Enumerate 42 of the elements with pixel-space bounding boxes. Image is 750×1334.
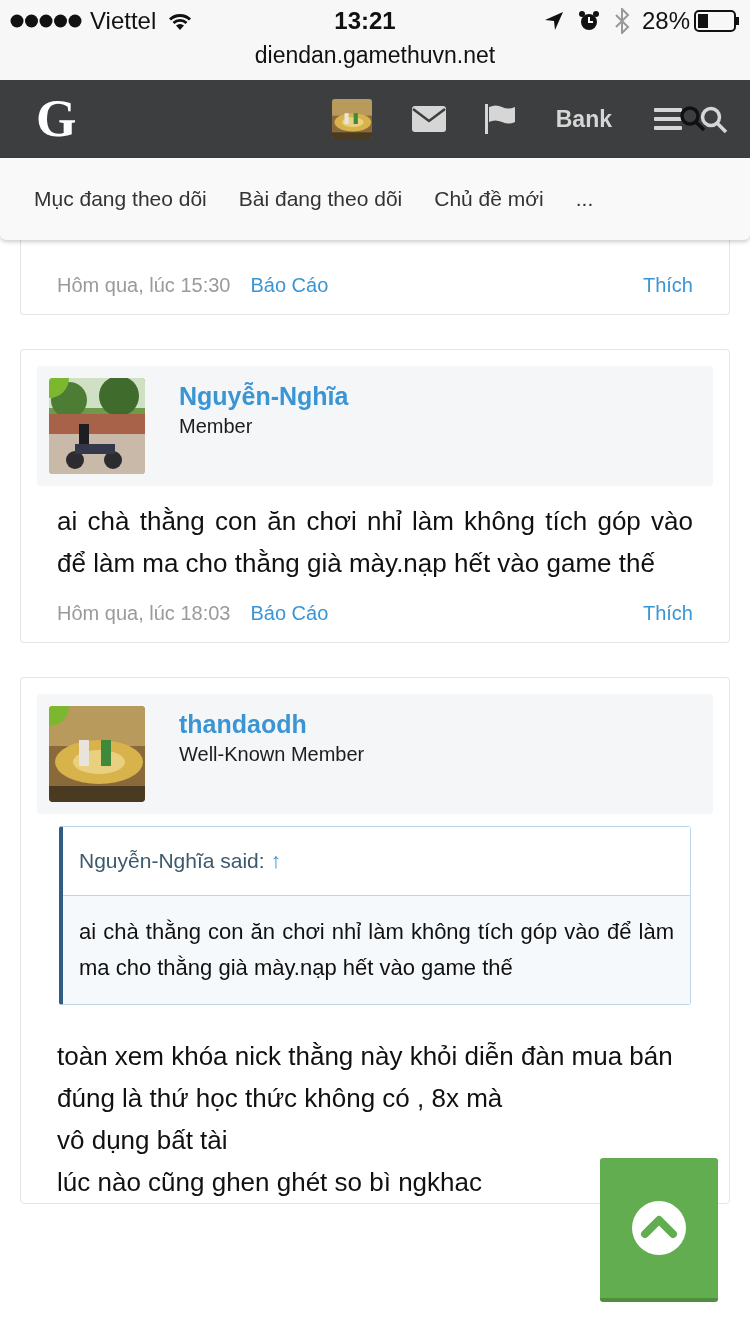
bluetooth-icon xyxy=(613,8,630,34)
user-role: Member xyxy=(179,414,254,439)
menu-icon[interactable] xyxy=(654,108,682,130)
post-text: đúng là thứ học thức không có , 8x mà xyxy=(57,1081,504,1115)
post-text: toàn xem khóa nick thằng này khỏi diễn đàn mua bán xyxy=(57,1039,674,1073)
report-link[interactable]: Báo Cáo xyxy=(250,270,329,300)
quote-attribution: Nguyễn-Nghĩa said: xyxy=(79,849,265,872)
bank-link[interactable]: Bank xyxy=(555,101,612,137)
search-icon[interactable] xyxy=(700,106,728,134)
location-arrow-icon xyxy=(543,11,564,31)
sub-navigation-link[interactable]: Mục đang theo dõi xyxy=(34,183,207,215)
report-link[interactable]: Báo Cáo xyxy=(250,598,329,628)
signal-strength-icon xyxy=(10,14,82,28)
user-role: Well-Known Member xyxy=(179,742,365,767)
post-time: Hôm qua, lúc 15:30 xyxy=(57,273,231,298)
post-time: Hôm qua, lúc 18:03 xyxy=(57,601,231,626)
scroll-to-top-button[interactable] xyxy=(600,1158,718,1302)
like-link[interactable]: Thích xyxy=(642,598,693,628)
sub-navigation-link[interactable]: Bài đang theo dõi xyxy=(238,183,403,215)
carrier-name: Viettel xyxy=(90,6,157,36)
clock-time: 13:21 xyxy=(334,6,396,36)
battery-percent: 28% xyxy=(641,6,690,36)
page-url: diendan.gamethuvn.net xyxy=(254,42,496,68)
wifi-icon xyxy=(168,12,193,30)
envelope-icon[interactable] xyxy=(411,106,446,132)
flag-icon[interactable] xyxy=(483,104,516,134)
like-link[interactable]: Thích xyxy=(642,270,693,300)
sub-navigation-link[interactable]: Chủ đề mới xyxy=(434,183,544,215)
chevron-up-icon xyxy=(631,1200,687,1256)
go-to-quote-arrow-link[interactable]: ↑ xyxy=(270,849,282,872)
post-text: ai chà thằng con ăn chơi nhỉ làm không tích góp vào để làm ma cho thằng già mày.nạp hết vào game thế xyxy=(57,505,693,580)
user-avatar-button[interactable] xyxy=(331,99,372,139)
search-icon[interactable] xyxy=(680,106,706,132)
post-text: vô dụng bất tài xyxy=(57,1123,229,1157)
post-text: lúc nào cũng ghen ghét so bì ngkhac xyxy=(57,1165,483,1199)
username-link[interactable]: thandaodh xyxy=(179,708,365,740)
quote-text: ai chà thằng con ăn chơi nhỉ làm không tích góp vào để làm ma cho thằng già mày.nạp hết vào game thế xyxy=(63,895,690,1004)
sub-navigation-link[interactable]: ... xyxy=(575,183,594,215)
battery-icon xyxy=(694,10,740,32)
site-logo[interactable]: G xyxy=(36,93,77,145)
username-link[interactable]: Nguyễn-Nghĩa xyxy=(179,380,349,412)
alarm-clock-icon xyxy=(577,10,600,32)
